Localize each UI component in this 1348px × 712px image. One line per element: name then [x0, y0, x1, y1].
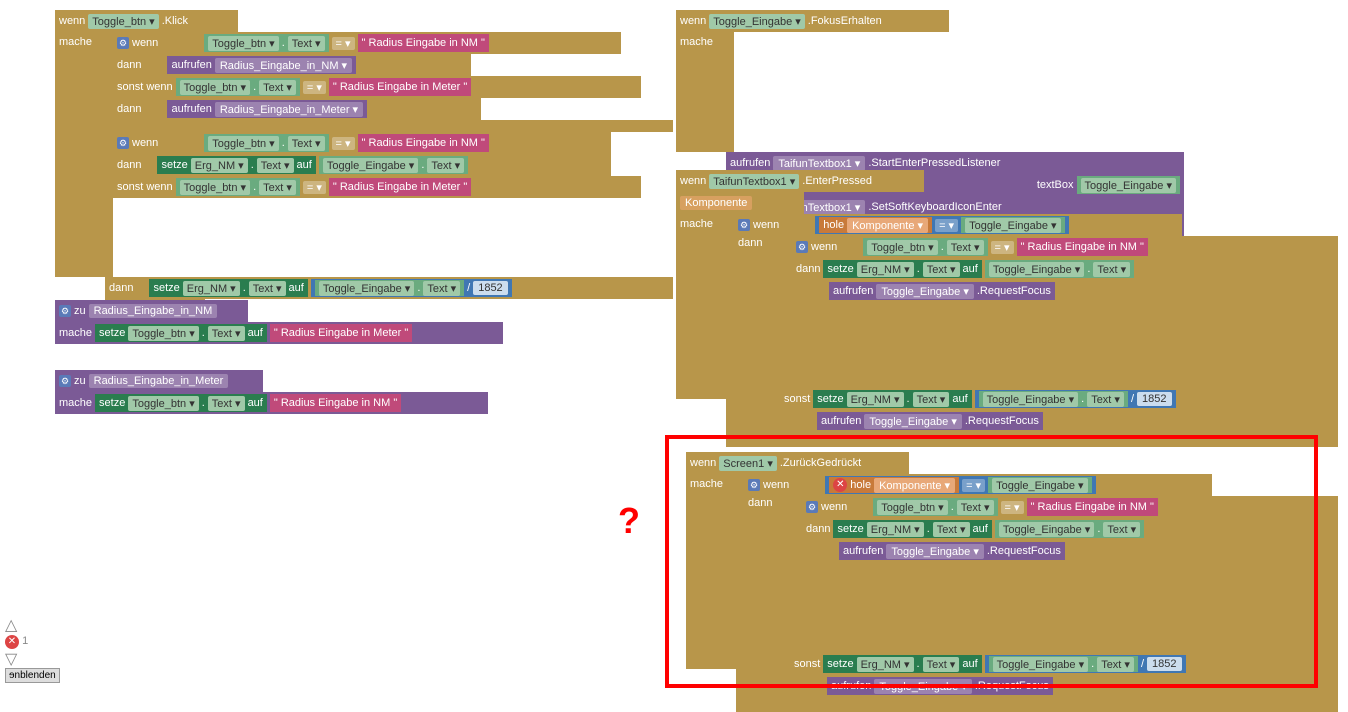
op-eq[interactable]: = ▾: [332, 37, 355, 50]
gear-icon[interactable]: ⚙: [117, 137, 129, 149]
error-count: 1: [22, 635, 28, 647]
kw-wenn: wenn: [59, 15, 85, 27]
kw-hole: hole: [823, 219, 844, 231]
prop-klick: .Klick: [162, 15, 188, 27]
komponente-label: Komponente: [680, 196, 752, 210]
gear-icon[interactable]: ⚙: [738, 219, 750, 231]
proc-radius-meter[interactable]: Radius_Eingabe_in_Meter ▾: [215, 102, 363, 117]
proc-radius-nm[interactable]: Radius_Eingabe_in_NM ▾: [215, 58, 352, 73]
prop-enter: .EnterPressed: [802, 175, 872, 187]
arrow-down-icon[interactable]: ▽: [5, 649, 60, 669]
kw-wenn: wenn: [132, 37, 158, 49]
comp-toggle-btn[interactable]: Toggle_btn ▾: [180, 80, 250, 95]
gear-icon[interactable]: ⚙: [59, 375, 71, 387]
kw-aufrufen: aufrufen: [171, 59, 211, 71]
kw-sonst-wenn: sonst wenn: [117, 81, 173, 93]
dot: .: [282, 37, 285, 49]
prop-start-listener: .StartEnterPressedListener: [868, 157, 1000, 169]
num-1852: 1852: [473, 281, 507, 295]
prop-fokus: .FokusErhalten: [808, 15, 882, 27]
comp-taifun[interactable]: TaifunTextbox1 ▾: [773, 156, 865, 171]
prop-req-focus: .RequestFocus: [977, 285, 1051, 297]
comp-erg-nm[interactable]: Erg_NM ▾: [191, 158, 248, 173]
str-radius-nm: " Radius Eingabe in NM ": [362, 37, 485, 49]
comp-toggle-btn[interactable]: Toggle_btn ▾: [88, 14, 158, 29]
block-toggle-btn-click[interactable]: wenn Toggle_btn ▾ .Klick mache ⚙ wenn To…: [55, 10, 673, 319]
warnings-panel: △ ✕ 1 ▽ ɘnblenden: [5, 615, 60, 681]
comp-toggle-btn[interactable]: Toggle_btn ▾: [208, 36, 278, 51]
op-eq[interactable]: = ▾: [303, 81, 326, 94]
str-radius-meter: " Radius Eingabe in Meter ": [333, 81, 467, 93]
proc-name: Radius_Eingabe_in_NM: [89, 304, 218, 318]
arrow-up-icon[interactable]: △: [5, 615, 60, 635]
kw-dann: dann: [117, 59, 141, 71]
gear-icon[interactable]: ⚙: [796, 241, 808, 253]
error-badge-icon[interactable]: ✕: [5, 635, 19, 649]
kw-dann: dann: [117, 103, 141, 115]
gear-icon[interactable]: ⚙: [117, 37, 129, 49]
prop-text[interactable]: Text ▾: [259, 80, 296, 95]
hide-button[interactable]: ɘnblenden: [5, 668, 60, 683]
comp-komponente[interactable]: Komponente ▾: [847, 218, 928, 233]
gear-icon[interactable]: ⚙: [59, 305, 71, 317]
op-div: /: [467, 282, 470, 294]
highlight-box: [665, 435, 1318, 688]
comp-toggle-eingabe[interactable]: Toggle_Eingabe ▾: [323, 158, 418, 173]
block-enter-pressed[interactable]: wenn TaifunTextbox1 ▾ .EnterPressed Komp…: [676, 170, 1338, 447]
proc-def-radius-nm[interactable]: ⚙ zu Radius_Eingabe_in_NM mache setze To…: [55, 300, 503, 344]
question-mark: ?: [618, 500, 640, 542]
proc-name: Radius_Eingabe_in_Meter: [89, 374, 229, 388]
proc-def-radius-meter[interactable]: ⚙ zu Radius_Eingabe_in_Meter mache setze…: [55, 370, 488, 414]
prop-text[interactable]: Text ▾: [288, 36, 325, 51]
kw-mache: mache: [59, 36, 92, 48]
